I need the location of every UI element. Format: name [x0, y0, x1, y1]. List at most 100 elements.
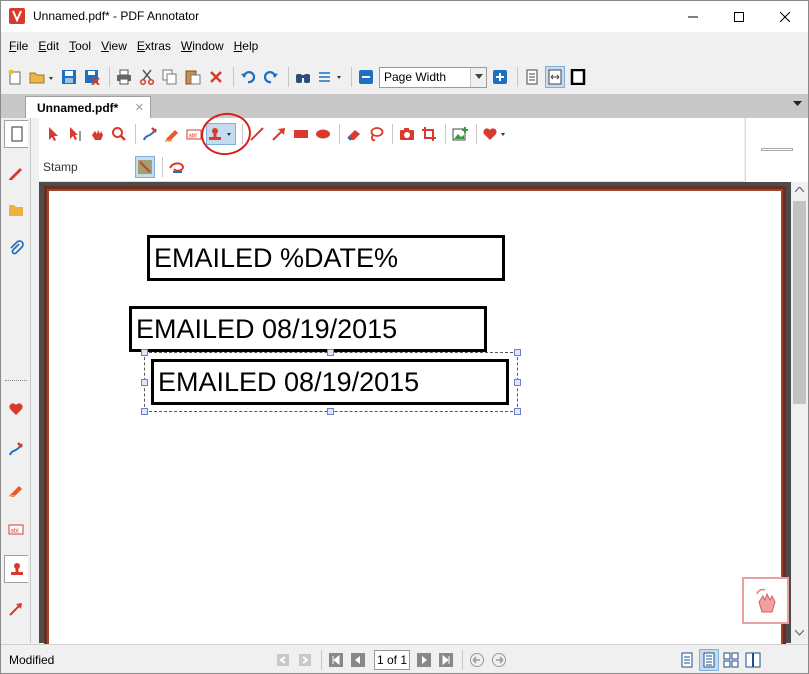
sidebar-attachments-button[interactable]	[4, 234, 28, 262]
arrow-tool-button[interactable]	[269, 123, 289, 145]
back-history-button[interactable]	[273, 649, 293, 671]
scroll-up-icon[interactable]	[795, 187, 804, 193]
fit-width-button[interactable]	[545, 66, 565, 88]
fullscreen-button[interactable]	[568, 66, 588, 88]
touch-hand-button[interactable]	[742, 577, 789, 624]
page-number-input[interactable]: 1 of 1	[374, 650, 410, 670]
undo-button[interactable]	[238, 66, 258, 88]
new-document-button[interactable]	[5, 66, 25, 88]
rectangle-tool-button[interactable]	[291, 123, 311, 145]
sidebar-bookmarks-button[interactable]	[4, 196, 28, 224]
resize-handle[interactable]	[514, 379, 521, 386]
scrollbar-thumb[interactable]	[793, 201, 806, 404]
sidebar-pen-button[interactable]	[4, 435, 28, 463]
stamp-annotation[interactable]: EMAILED %DATE%	[147, 235, 505, 281]
lasso-tool-button[interactable]	[366, 123, 386, 145]
sidebar-splitter[interactable]	[5, 380, 27, 381]
ellipse-tool-button[interactable]	[313, 123, 333, 145]
sidebar-highlighter-button[interactable]	[4, 475, 28, 503]
properties-dropdown-button[interactable]	[316, 66, 344, 88]
menu-help[interactable]: Help	[230, 39, 263, 53]
menu-tool[interactable]: Tool	[65, 39, 95, 53]
paste-button[interactable]	[183, 66, 203, 88]
vertical-scrollbar[interactable]	[791, 182, 808, 643]
resize-handle[interactable]	[141, 349, 148, 356]
menu-window[interactable]: Window	[177, 39, 228, 53]
zoom-in-button[interactable]	[490, 66, 510, 88]
resize-handle[interactable]	[141, 408, 148, 415]
zoom-dropdown-arrow[interactable]	[470, 67, 486, 87]
tab-close-icon[interactable]: ✕	[135, 101, 144, 114]
menu-edit[interactable]: Edit	[34, 39, 63, 53]
resize-handle[interactable]	[514, 408, 521, 415]
scroll-down-icon[interactable]	[795, 630, 804, 636]
cut-button[interactable]	[137, 66, 157, 88]
stamp-annotation-selected[interactable]: EMAILED 08/19/2015	[151, 359, 509, 405]
sidebar-favorites-button[interactable]	[4, 395, 28, 423]
stamp-select-button[interactable]	[167, 156, 187, 178]
previous-page-icon	[351, 653, 365, 667]
hand-tool-button[interactable]	[87, 123, 107, 145]
go-forward-button[interactable]	[489, 649, 509, 671]
first-page-button[interactable]	[326, 649, 346, 671]
undo-icon	[241, 71, 256, 84]
resize-handle[interactable]	[327, 349, 334, 356]
forward-history-button[interactable]	[295, 649, 315, 671]
open-button[interactable]	[28, 66, 56, 88]
text-select-tool-button[interactable]	[65, 123, 85, 145]
toolbar-separator	[392, 124, 393, 144]
minimize-button[interactable]	[670, 1, 716, 32]
eraser-tool-button[interactable]	[344, 123, 364, 145]
print-button[interactable]	[114, 66, 134, 88]
save-as-icon	[85, 70, 100, 85]
sidebar-text-box-button[interactable]: abI	[4, 515, 28, 543]
stamp-properties-button[interactable]	[135, 156, 155, 178]
crop-tool-button[interactable]	[419, 123, 439, 145]
sidebar-stamp-button[interactable]	[4, 555, 28, 583]
save-as-button[interactable]	[82, 66, 102, 88]
two-page-view-button[interactable]	[721, 649, 741, 671]
stamp-annotation[interactable]: EMAILED 08/19/2015	[129, 306, 487, 352]
zoom-out-button[interactable]	[356, 66, 376, 88]
delete-button[interactable]	[206, 66, 226, 88]
continuous-view-button[interactable]	[699, 649, 719, 671]
zoom-tool-button[interactable]	[109, 123, 129, 145]
document-tab[interactable]: Unnamed.pdf* ✕	[25, 96, 151, 118]
previous-page-button[interactable]	[348, 649, 368, 671]
snapshot-tool-button[interactable]	[397, 123, 417, 145]
last-page-button[interactable]	[436, 649, 456, 671]
menu-file[interactable]: File	[5, 39, 32, 53]
sidebar-pages-button[interactable]	[4, 120, 28, 148]
toolbar-separator	[109, 67, 110, 87]
select-tool-button[interactable]	[43, 123, 63, 145]
touch-hand-icon	[755, 588, 776, 612]
fit-page-button[interactable]	[522, 66, 542, 88]
next-page-button[interactable]	[414, 649, 434, 671]
save-button[interactable]	[59, 66, 79, 88]
close-button[interactable]	[762, 1, 808, 32]
menu-view[interactable]: View	[97, 39, 131, 53]
sidebar-arrow-button[interactable]	[4, 595, 28, 623]
page-thumbnail[interactable]	[761, 148, 793, 151]
insert-image-tool-button[interactable]	[450, 123, 470, 145]
single-page-view-button[interactable]	[677, 649, 697, 671]
favorites-tool-button[interactable]	[481, 123, 511, 145]
fit-width-icon	[548, 69, 562, 85]
go-back-button[interactable]	[467, 649, 487, 671]
pdf-annotator-app-icon	[9, 8, 25, 24]
pen-tool-button[interactable]	[140, 123, 160, 145]
printer-icon	[117, 69, 131, 85]
highlighter-tool-button[interactable]	[162, 123, 182, 145]
menu-extras[interactable]: Extras	[133, 39, 175, 53]
resize-handle[interactable]	[327, 408, 334, 415]
tab-list-chevron-icon[interactable]	[793, 101, 802, 107]
resize-handle[interactable]	[514, 349, 521, 356]
maximize-button[interactable]	[716, 1, 762, 32]
sidebar-annotations-button[interactable]	[4, 158, 28, 186]
resize-handle[interactable]	[141, 379, 148, 386]
find-button[interactable]	[293, 66, 313, 88]
copy-button[interactable]	[160, 66, 180, 88]
zoom-select[interactable]: Page Width	[379, 66, 487, 88]
redo-button[interactable]	[261, 66, 281, 88]
facing-view-button[interactable]	[743, 649, 763, 671]
